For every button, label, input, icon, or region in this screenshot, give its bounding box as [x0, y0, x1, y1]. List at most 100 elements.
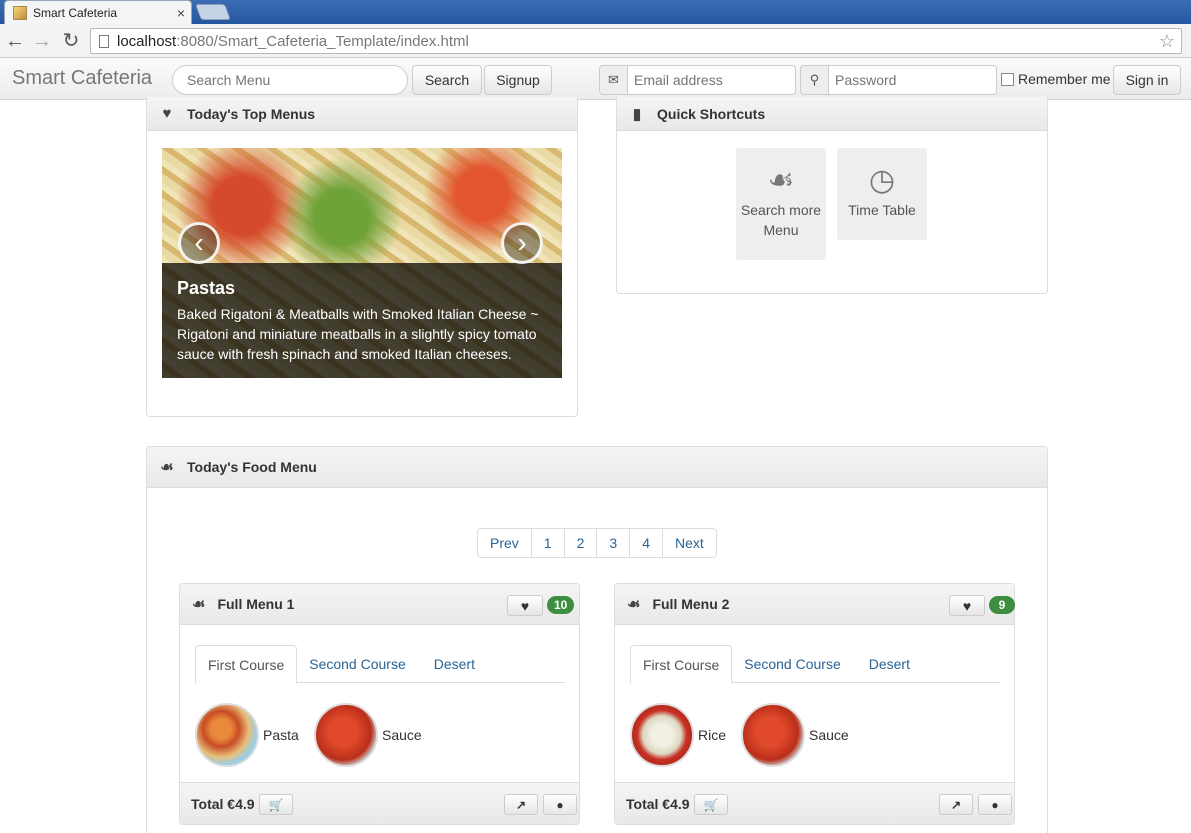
dish-item[interactable]: Sauce [314, 703, 422, 767]
menu-card-title: Full Menu 1 [217, 596, 295, 612]
comment-button[interactable]: ● [978, 794, 1012, 815]
heart-icon: ♥ [162, 105, 172, 122]
share-icon: ↗ [950, 797, 962, 812]
share-icon: ↗ [515, 797, 527, 812]
close-tab-icon[interactable]: × [177, 5, 185, 21]
dish-label: Sauce [382, 727, 422, 743]
tab-second-course[interactable]: Second Course [297, 645, 418, 683]
dish-image [741, 703, 805, 767]
url-text: localhost:8080/Smart_Cafeteria_Template/… [117, 32, 469, 50]
address-bar[interactable]: localhost:8080/Smart_Cafeteria_Template/… [90, 28, 1182, 54]
browser-toolbar: ← → ↻ localhost:8080/Smart_Cafeteria_Tem… [0, 24, 1191, 58]
dish-item[interactable]: Pasta [195, 703, 299, 767]
likes-badge: 9 [989, 596, 1015, 614]
page-2[interactable]: 2 [563, 529, 597, 557]
menu-card-heading: ☙ Full Menu 1 ♥ 10 [180, 584, 579, 625]
cutlery-icon: ☙ [192, 596, 206, 613]
cart-button[interactable]: 🛒 [259, 794, 293, 815]
cart-icon: 🛒 [703, 797, 719, 812]
pagination: Prev 1 2 3 4 Next [477, 528, 717, 558]
food-menu-title: Today's Food Menu [187, 459, 317, 475]
brand-logo[interactable]: Smart Cafeteria [12, 67, 152, 90]
like-button[interactable]: ♥ [949, 595, 985, 616]
dish-label: Pasta [263, 727, 299, 743]
comment-button[interactable]: ● [543, 794, 577, 815]
reload-icon[interactable]: ↻ [60, 30, 82, 52]
menu-carousel[interactable]: Pastas Baked Rigatoni & Meatballs with S… [162, 148, 562, 378]
page-3[interactable]: 3 [596, 529, 629, 557]
share-button[interactable]: ↗ [939, 794, 973, 815]
carousel-caption-text: Baked Rigatoni & Meatballs with Smoked I… [177, 306, 539, 362]
shortcut-time-table[interactable]: ◷ Time Table [837, 148, 927, 240]
cutlery-icon: ☙ [160, 459, 174, 476]
search-input[interactable] [172, 65, 408, 95]
menu-card-footer: Total €4.9 🛒 ↗ ● [180, 782, 579, 824]
password-field[interactable] [828, 65, 997, 95]
shortcut-label: Search more Menu [740, 202, 822, 238]
likes-badge: 10 [547, 596, 575, 614]
remember-label: Remember me [1018, 71, 1111, 87]
clock-icon: ◷ [868, 164, 896, 197]
food-menu-panel: ☙ Today's Food Menu Prev 1 2 3 4 Next ☙ … [146, 446, 1048, 833]
remember-checkbox[interactable] [1001, 72, 1014, 86]
tab-desert[interactable]: Desert [418, 645, 487, 683]
browser-tab[interactable]: Smart Cafeteria × [4, 0, 192, 24]
cutlery-icon: ☙ [627, 596, 641, 613]
back-icon[interactable]: ← [4, 30, 26, 52]
top-menus-heading: ♥ Today's Top Menus [147, 97, 577, 131]
bookmark-star-icon[interactable]: ☆ [1159, 31, 1175, 52]
shortcut-label: Time Table [848, 202, 916, 218]
page-icon [99, 34, 109, 48]
cart-button[interactable]: 🛒 [694, 794, 728, 815]
menu-card-heading: ☙ Full Menu 2 ♥ 9 [615, 584, 1015, 625]
quick-shortcuts-heading: ▮ Quick Shortcuts [617, 97, 1047, 131]
top-menus-title: Today's Top Menus [187, 105, 316, 122]
carousel-caption-title: Pastas [177, 278, 236, 298]
quick-shortcuts-title: Quick Shortcuts [657, 105, 766, 122]
dish-item[interactable]: Rice [630, 703, 726, 767]
top-menus-panel: ♥ Today's Top Menus Pastas Baked Rigaton… [146, 97, 578, 417]
tab-title: Smart Cafeteria [33, 5, 118, 20]
page-prev[interactable]: Prev [478, 529, 531, 557]
total-price: Total €4.9 [191, 795, 255, 812]
app-navbar: Smart Cafeteria Search Signup ✉ ⚲ Rememb… [0, 58, 1191, 100]
cutlery-icon: ☙ [767, 164, 795, 197]
page-1[interactable]: 1 [530, 529, 564, 557]
carousel-next-button[interactable]: › [501, 222, 543, 264]
carousel-prev-button[interactable]: ‹ [178, 222, 220, 264]
menu-card: ☙ Full Menu 2 ♥ 9 First Course Second Co… [614, 583, 1015, 825]
password-group: ⚲ [800, 65, 997, 95]
dish-image [314, 703, 378, 767]
heart-icon: ♥ [962, 597, 972, 614]
share-button[interactable]: ↗ [504, 794, 538, 815]
tab-first-course[interactable]: First Course [195, 645, 298, 684]
search-button[interactable]: Search [412, 65, 482, 95]
bookmark-icon: ▮ [632, 105, 642, 123]
menu-card-title: Full Menu 2 [652, 596, 730, 612]
browser-tabstrip: Smart Cafeteria × [0, 0, 1191, 24]
email-field[interactable] [627, 65, 796, 95]
new-tab-button[interactable] [195, 4, 231, 20]
envelope-icon: ✉ [599, 65, 627, 95]
menu-card: ☙ Full Menu 1 ♥ 10 First Course Second C… [179, 583, 580, 825]
cart-icon: 🛒 [268, 797, 284, 812]
remember-me[interactable]: Remember me [1001, 71, 1111, 87]
signup-button[interactable]: Signup [484, 65, 552, 95]
like-button[interactable]: ♥ [507, 595, 543, 616]
page-next[interactable]: Next [661, 529, 716, 557]
food-menu-heading: ☙ Today's Food Menu [147, 447, 1047, 488]
tab-desert[interactable]: Desert [853, 645, 922, 683]
shortcut-search-menu[interactable]: ☙ Search more Menu [736, 148, 826, 260]
dish-image [195, 703, 259, 767]
tab-second-course[interactable]: Second Course [732, 645, 853, 683]
heart-icon: ♥ [520, 597, 530, 614]
forward-icon[interactable]: → [31, 30, 53, 52]
page-4[interactable]: 4 [629, 529, 662, 557]
signin-button[interactable]: Sign in [1113, 65, 1181, 95]
course-tabs: First Course Second Course Desert [195, 645, 565, 684]
dish-item[interactable]: Sauce [741, 703, 849, 767]
tab-first-course[interactable]: First Course [630, 645, 733, 684]
email-group: ✉ [599, 65, 796, 95]
menu-card-footer: Total €4.9 🛒 ↗ ● [615, 782, 1014, 824]
comment-icon: ● [556, 797, 564, 812]
